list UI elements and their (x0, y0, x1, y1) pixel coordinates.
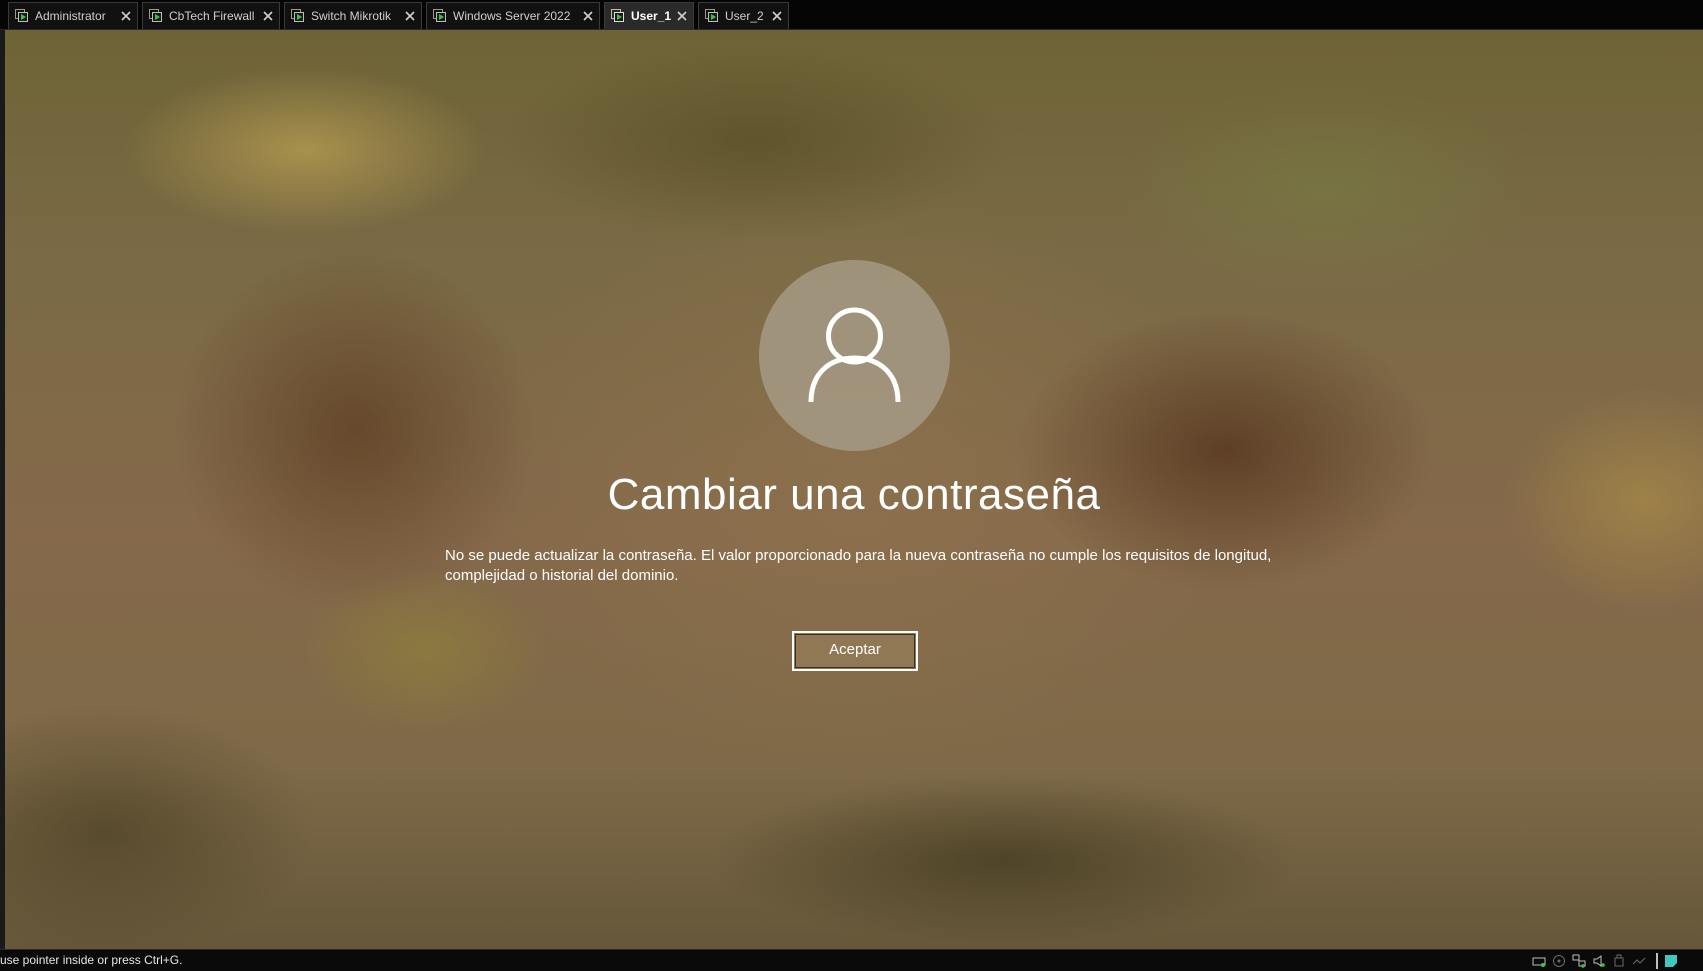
close-tab-icon[interactable] (261, 9, 275, 23)
tab-label: CbTech Firewall (169, 9, 255, 23)
accept-button[interactable]: Aceptar (792, 631, 918, 671)
tab-label: Administrator (35, 9, 106, 23)
error-message-line: complejidad o historial del dominio. (445, 567, 679, 584)
usb-icon[interactable] (1612, 954, 1626, 968)
vm-icon (433, 9, 446, 22)
vm-icon (291, 9, 304, 22)
tab-user-2[interactable]: User_2 (698, 2, 789, 29)
tab-label: Windows Server 2022 (453, 9, 571, 23)
user-avatar (759, 260, 950, 451)
tab-cbtech-firewall[interactable]: CbTech Firewall (142, 2, 280, 29)
close-tab-icon[interactable] (581, 9, 595, 23)
cd-drive-icon[interactable] (1552, 954, 1566, 968)
notification-icon[interactable] (1664, 954, 1678, 968)
vm-screen[interactable]: Cambiar una contraseña No se puede actua… (5, 30, 1703, 949)
tab-label: User_1 (631, 9, 672, 23)
tray-separator (1656, 953, 1658, 969)
tab-user-1[interactable]: User_1 (604, 2, 694, 29)
display-icon[interactable] (1632, 954, 1646, 968)
vm-icon (149, 9, 162, 22)
tab-switch-mikrotik[interactable]: Switch Mikrotik (284, 2, 422, 29)
status-hint: use pointer inside or press Ctrl+G. (0, 953, 183, 967)
tab-windows-server-2022[interactable]: Windows Server 2022 (426, 2, 600, 29)
close-tab-icon[interactable] (119, 9, 133, 23)
page-title: Cambiar una contraseña (607, 470, 1101, 519)
close-tab-icon[interactable] (770, 9, 784, 23)
sound-icon[interactable] (1592, 954, 1606, 968)
vm-icon (611, 9, 624, 22)
error-message: No se puede actualizar la contraseña. El… (445, 546, 1285, 586)
network-icon[interactable] (1572, 954, 1586, 968)
close-tab-icon[interactable] (675, 9, 689, 23)
error-message-line: No se puede actualizar la contraseña. El… (445, 547, 1272, 564)
tab-administrator[interactable]: Administrator (8, 2, 138, 29)
hard-disk-icon[interactable] (1532, 954, 1546, 968)
tab-label: Switch Mikrotik (311, 9, 392, 23)
close-tab-icon[interactable] (403, 9, 417, 23)
user-icon (808, 307, 901, 403)
vm-tab-bar: Administrator CbTech Firewall Switch Mik… (0, 0, 1703, 30)
status-bar: use pointer inside or press Ctrl+G. (0, 949, 1703, 971)
vm-icon (705, 9, 718, 22)
vm-icon (15, 9, 28, 22)
tab-label: User_2 (725, 9, 764, 23)
